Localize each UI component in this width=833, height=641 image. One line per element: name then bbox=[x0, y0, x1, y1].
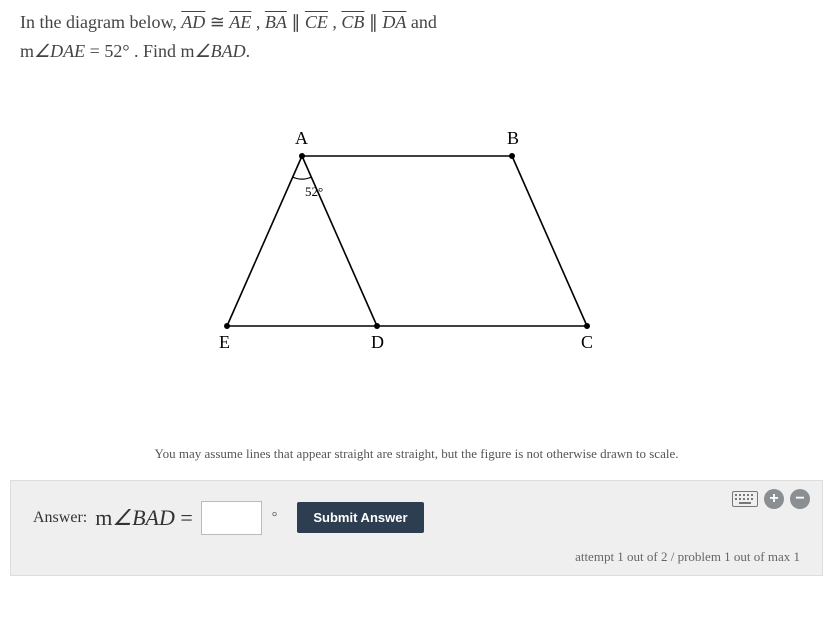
segment-AD: AD bbox=[181, 12, 205, 32]
period: . bbox=[246, 41, 251, 61]
answer-panel: + − Answer: m∠BAD = ° Submit Answer atte… bbox=[10, 480, 823, 576]
icon-bar: + − bbox=[732, 489, 810, 509]
segment-CB: CB bbox=[341, 12, 364, 32]
text: . Find m bbox=[134, 41, 195, 61]
segment-DA: DA bbox=[382, 12, 406, 32]
keyboard-icon[interactable] bbox=[732, 491, 758, 507]
m-prefix: m bbox=[95, 505, 112, 530]
vertex-label-D: D bbox=[371, 332, 384, 352]
angle-DAE: ∠DAE bbox=[34, 41, 85, 61]
segment-CE: CE bbox=[305, 12, 328, 32]
angle-BAD: ∠BAD bbox=[195, 41, 246, 61]
angle-value: 52° bbox=[104, 41, 129, 61]
congruent-symbol: ≅ bbox=[210, 12, 230, 32]
segment-BA: BA bbox=[265, 12, 287, 32]
vertex-label-B: B bbox=[507, 128, 519, 148]
submit-button[interactable]: Submit Answer bbox=[297, 502, 423, 533]
vertex-label-A: A bbox=[295, 128, 308, 148]
problem-statement: In the diagram below, AD ≅ AE , BA ∥ CE … bbox=[0, 0, 833, 66]
minus-icon[interactable]: − bbox=[790, 489, 810, 509]
answer-input[interactable] bbox=[201, 501, 262, 535]
parallel-symbol: ∥ bbox=[291, 12, 305, 32]
answer-label: Answer: bbox=[33, 509, 87, 527]
text: In the diagram below, bbox=[20, 12, 181, 32]
angle-BAD-answer: ∠BAD bbox=[112, 505, 175, 530]
vertex-label-C: C bbox=[581, 332, 593, 352]
separator: , bbox=[256, 12, 265, 32]
geometry-diagram: A B E D C 52° bbox=[0, 96, 833, 416]
equals: = bbox=[90, 41, 105, 61]
m-prefix: m bbox=[20, 41, 34, 61]
parallel-symbol: ∥ bbox=[369, 12, 383, 32]
answer-row: Answer: m∠BAD = ° Submit Answer bbox=[33, 501, 800, 535]
attempt-status: attempt 1 out of 2 / problem 1 out of ma… bbox=[33, 549, 800, 565]
vertex-label-E: E bbox=[219, 332, 230, 352]
segment-AE: AE bbox=[229, 12, 251, 32]
scale-note: You may assume lines that appear straigh… bbox=[0, 446, 833, 462]
text: and bbox=[411, 12, 437, 32]
angle-label-52: 52° bbox=[305, 184, 323, 199]
plus-icon[interactable]: + bbox=[764, 489, 784, 509]
equals: = bbox=[175, 505, 193, 530]
degree-symbol: ° bbox=[272, 510, 278, 526]
